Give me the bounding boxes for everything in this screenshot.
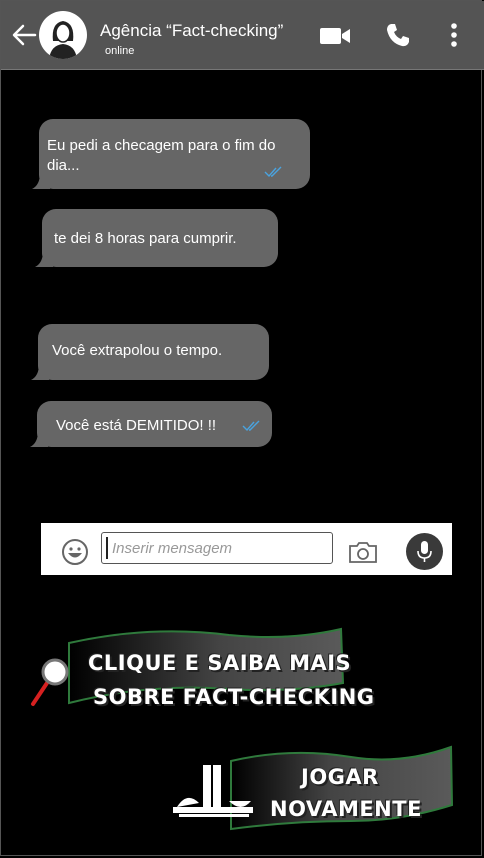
message-text: te dei 8 horas para cumprir. (54, 230, 237, 247)
mic-button[interactable] (406, 533, 443, 570)
message-bubble[interactable]: Eu pedi a checagem para o fim do dia... (32, 119, 310, 189)
person-icon (49, 21, 77, 59)
contact-name[interactable]: Agência “Fact-checking” (100, 21, 283, 41)
learn-more-label-line1: Clique e saiba mais (88, 651, 352, 675)
message-bubble[interactable]: Você extrapolou o tempo. (31, 324, 269, 380)
back-arrow-icon[interactable] (11, 23, 37, 47)
play-again-label-line2: novamente (270, 797, 422, 821)
message-text: Você está DEMITIDO! !! (56, 417, 217, 434)
emoji-icon[interactable] (61, 538, 89, 566)
bubble-tail (31, 364, 49, 380)
learn-more-label-line2: sobre fact-checking (93, 685, 375, 709)
play-again-label-line1: Jogar (301, 765, 379, 789)
chat-header: Agência “Fact-checking” online (1, 1, 484, 70)
congress-building-icon (173, 765, 253, 817)
microphone-icon (417, 541, 432, 562)
avatar[interactable] (39, 11, 87, 59)
chat-screen: Agência “Fact-checking” online Eu pedi a… (0, 0, 484, 856)
bubble-tail (30, 431, 48, 447)
message-composer (41, 523, 452, 575)
contact-status: online (105, 45, 135, 57)
message-text: Eu pedi a checagem para o fim do dia... (47, 137, 276, 174)
read-checkmarks-icon (264, 166, 282, 178)
bubble-tail (32, 173, 50, 189)
camera-icon[interactable] (348, 540, 378, 564)
play-again-button[interactable]: Jogar novamente (171, 743, 456, 838)
text-caret (106, 537, 108, 559)
message-input[interactable] (101, 532, 333, 564)
message-bubble[interactable]: Você está DEMITIDO! !! (30, 401, 272, 447)
magnifier-icon (31, 658, 69, 706)
bubble-tail (35, 251, 53, 267)
message-bubble[interactable]: te dei 8 horas para cumprir. (35, 209, 278, 267)
read-checkmarks-icon (242, 420, 260, 432)
phone-icon[interactable] (385, 22, 411, 48)
learn-more-button[interactable]: Clique e saiba mais sobre fact-checking (29, 621, 379, 721)
video-call-icon[interactable] (319, 25, 351, 47)
more-options-icon[interactable] (447, 21, 461, 49)
message-text: Você extrapolou o tempo. (52, 342, 223, 359)
